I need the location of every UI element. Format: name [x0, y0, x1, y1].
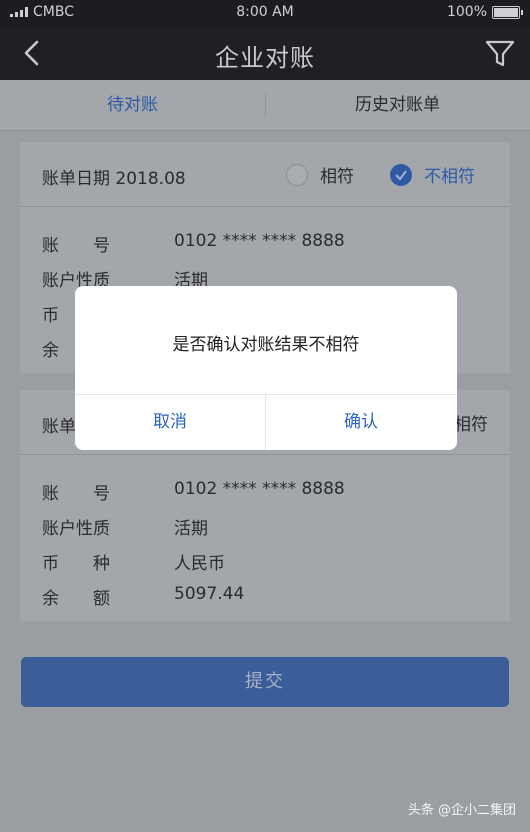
field-key: 账 号: [42, 484, 110, 504]
nav-bar: 企业对账: [0, 26, 530, 80]
radio-match[interactable]: 相符: [286, 162, 354, 187]
filter-icon[interactable]: [484, 38, 516, 70]
field-key: 账 号: [42, 236, 110, 256]
statement-date: 账单日期 2018.08: [42, 169, 186, 189]
radio-checked-icon: [390, 163, 412, 186]
statement-fields: 账 号 0102 **** **** 8888 账户性质 活期 币 种 人民币 …: [20, 455, 510, 621]
field-value: 人民币: [174, 554, 225, 574]
page-title: 企业对账: [215, 44, 315, 72]
field-row: 账户性质 活期: [20, 508, 510, 543]
radio-mismatch-label: 相符: [454, 415, 488, 435]
battery-percent: 100%: [446, 4, 487, 20]
battery-icon: [492, 5, 523, 19]
radio-mismatch[interactable]: 相符: [454, 410, 488, 435]
statement-header: 账单日期 2018.08 相符 不相符: [20, 142, 510, 207]
status-bar: CMBC 8:00 AM 100%: [0, 0, 530, 26]
cancel-button[interactable]: 取消: [75, 395, 265, 450]
field-key: 余 额: [42, 589, 110, 609]
field-row: 余 额 5097.44: [20, 578, 510, 613]
field-value: 0102 **** **** 8888: [174, 231, 345, 251]
statement-date: 账单: [42, 417, 76, 437]
field-value: 5097.44: [174, 584, 245, 604]
tab-history[interactable]: 历史对账单: [265, 80, 530, 130]
radio-mismatch[interactable]: 不相符: [390, 162, 475, 187]
dialog-message: 是否确认对账结果不相符: [172, 335, 360, 355]
tab-bar: 待对账 历史对账单: [0, 80, 530, 131]
field-row: 账 号 0102 **** **** 8888: [20, 473, 510, 508]
field-row: 账 号 0102 **** **** 8888: [20, 225, 510, 260]
tab-pending[interactable]: 待对账: [0, 80, 265, 130]
confirm-button[interactable]: 确认: [266, 395, 456, 450]
radio-mismatch-label: 不相符: [424, 167, 475, 187]
field-key: 币 种: [42, 554, 110, 574]
field-value: 0102 **** **** 8888: [174, 479, 345, 499]
field-value: 活期: [174, 519, 208, 539]
confirm-dialog: 是否确认对账结果不相符 取消 确认: [75, 286, 457, 450]
field-key: 账户性质: [42, 519, 110, 539]
radio-match-label: 相符: [320, 167, 354, 187]
field-row: 币 种 人民币: [20, 543, 510, 578]
battery-group: 100%: [446, 4, 523, 20]
submit-button[interactable]: 提交: [21, 657, 509, 707]
radio-unchecked-icon: [286, 163, 308, 186]
watermark: 头条 @企小二集团: [407, 803, 516, 818]
